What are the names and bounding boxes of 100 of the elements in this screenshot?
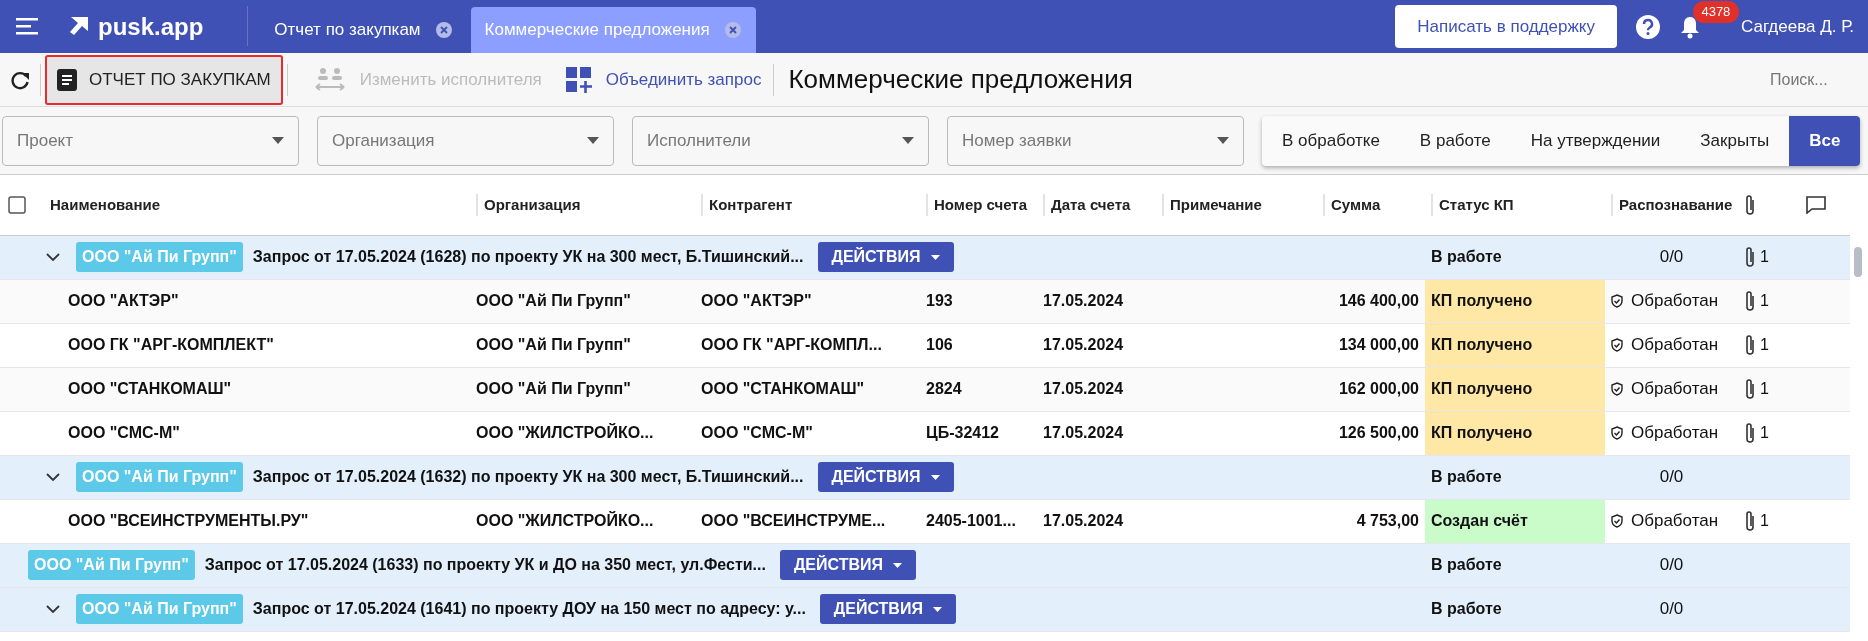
chevron-icon[interactable] [46,252,60,262]
merge-request-button[interactable]: Объединить запрос [553,66,774,93]
table-cell: ООО "СТАНКОМАШ" [40,367,470,411]
actions-button[interactable]: ДЕЙСТВИЯ [819,594,956,624]
request-title: Запрос от 17.05.2024 (1628) по проекту УК на 300 мест, Б.Тишинский... [252,247,804,267]
status-tab[interactable]: Все [1789,115,1861,166]
status-cell: КП получено [1425,411,1605,455]
table-cell: ООО "СМС-М" [40,411,470,455]
column-header: Наименование [49,195,161,213]
recognition-status: Обработан [1631,378,1719,401]
filter-dropdown[interactable]: Исполнители [632,115,929,166]
shield-check-icon [1611,426,1623,440]
paperclip-icon[interactable] [1744,510,1756,532]
status-cell: В работе [1425,543,1605,587]
column-header: Номер счета [926,193,1028,216]
status-cell: КП получено [1425,279,1605,323]
paperclip-icon[interactable] [1744,246,1756,268]
shield-check-icon [1611,294,1623,308]
status-cell: КП получено [1425,323,1605,367]
actions-button[interactable]: ДЕЙСТВИЯ [817,462,954,492]
filter-dropdown[interactable]: Проект [2,115,299,166]
scrollbar-thumb[interactable] [1854,247,1862,277]
paperclip-icon[interactable] [1744,290,1756,312]
shield-check-icon [1611,514,1623,528]
status-tab[interactable]: В работе [1399,115,1511,166]
close-icon[interactable] [434,21,453,39]
paperclip-icon[interactable] [1744,422,1756,444]
caret-icon [893,562,902,568]
request-title: Запрос от 17.05.2024 (1632) по проекту УК на 300 мест, Б.Тишинский... [252,467,804,487]
filter-dropdown[interactable]: Организация [317,115,614,166]
column-header: Организация [476,193,581,216]
table-cell: ЦБ-32412 [920,411,1037,455]
status-tab[interactable]: На утверждении [1510,115,1681,166]
menu-icon[interactable] [16,17,38,35]
attachment-count: 1 [1760,335,1769,355]
recognition-status: Обработан [1631,510,1719,533]
refresh-icon[interactable] [10,69,30,90]
column-header: Примечание [1162,193,1262,216]
notification-badge: 4378 [1693,0,1739,23]
recognition-status: Обработан [1631,422,1719,445]
table-cell: ООО "Ай Пи Групп" [470,323,695,367]
actions-button[interactable]: ДЕЙСТВИЯ [817,242,954,272]
checkbox[interactable] [8,195,26,214]
organization-tag: ООО "Ай Пи Групп" [28,550,195,580]
recognition-status: Обработан [1631,334,1719,357]
search-field[interactable]: Поиск... [1768,66,1858,93]
logo-text: pusk.app [98,11,204,42]
table-cell: ООО "СМС-М" [695,411,920,455]
comment-icon [1806,195,1826,214]
support-button[interactable]: Написать в поддержку [1395,4,1617,49]
recognition-status: Обработан [1631,290,1719,313]
table-cell: ООО "ВСЕИНСТРУМЕНТЫ.РУ" [40,499,470,543]
caret-icon [272,137,284,144]
table-cell: ООО "АКТЭР" [695,279,920,323]
document-icon [57,68,77,91]
caret-icon [902,137,914,144]
paperclip-icon [1744,193,1756,216]
bell-icon[interactable] [1679,14,1701,39]
actions-button[interactable]: ДЕЙСТВИЯ [779,550,916,580]
column-header: Статус КП [1431,193,1514,216]
caret-icon [932,606,942,612]
caret-icon [587,137,599,144]
tab[interactable]: Отчет по закупкам [260,7,467,53]
table-cell: 2405-1001... [920,499,1037,543]
paperclip-icon[interactable] [1744,378,1756,400]
status-cell: В работе [1425,235,1605,279]
help-icon[interactable] [1635,13,1661,40]
attachment-count: 1 [1760,511,1769,531]
paperclip-icon[interactable] [1744,334,1756,356]
table-cell: 2824 [920,367,1037,411]
grid-plus-icon [565,66,592,93]
filter-dropdown[interactable]: Номер заявки [947,115,1244,166]
table-cell: 106 [920,323,1037,367]
table-cell: 17.05.2024 [1037,323,1156,367]
table-cell: 17.05.2024 [1037,279,1156,323]
recognition-cell: 0/0 [1605,587,1738,631]
status-tab[interactable]: Закрыты [1680,115,1790,166]
column-header: Сумма [1323,193,1381,216]
table-cell: ООО "ЖИЛСТРОЙКО... [470,499,695,543]
shield-check-icon [1611,382,1623,396]
chevron-icon[interactable] [46,604,60,614]
user-name[interactable]: Сагдеева Д. Р. [1741,13,1854,40]
table-cell: ООО ГК "АРГ-КОМПЛ... [695,323,920,367]
table-cell: 17.05.2024 [1037,499,1156,543]
table-cell: ООО "АКТЭР" [40,279,470,323]
column-header: Распознавание [1611,193,1733,216]
status-cell: В работе [1425,587,1605,631]
table-cell: 17.05.2024 [1037,411,1156,455]
caret-icon [930,474,940,480]
table-cell: ООО "Ай Пи Групп" [470,279,695,323]
organization-tag: ООО "Ай Пи Групп" [76,594,243,624]
table-cell: ООО "СТАНКОМАШ" [695,367,920,411]
caret-icon [930,254,940,260]
attachment-count: 1 [1760,379,1769,399]
table-cell: ООО "Ай Пи Групп" [470,367,695,411]
recognition-cell: 0/0 [1605,455,1738,499]
report-button[interactable]: ОТЧЕТ ПО ЗАКУПКАМ [45,54,283,105]
chevron-icon[interactable] [46,472,60,482]
close-icon[interactable] [723,21,742,39]
status-tab[interactable]: В обработке [1262,115,1400,166]
